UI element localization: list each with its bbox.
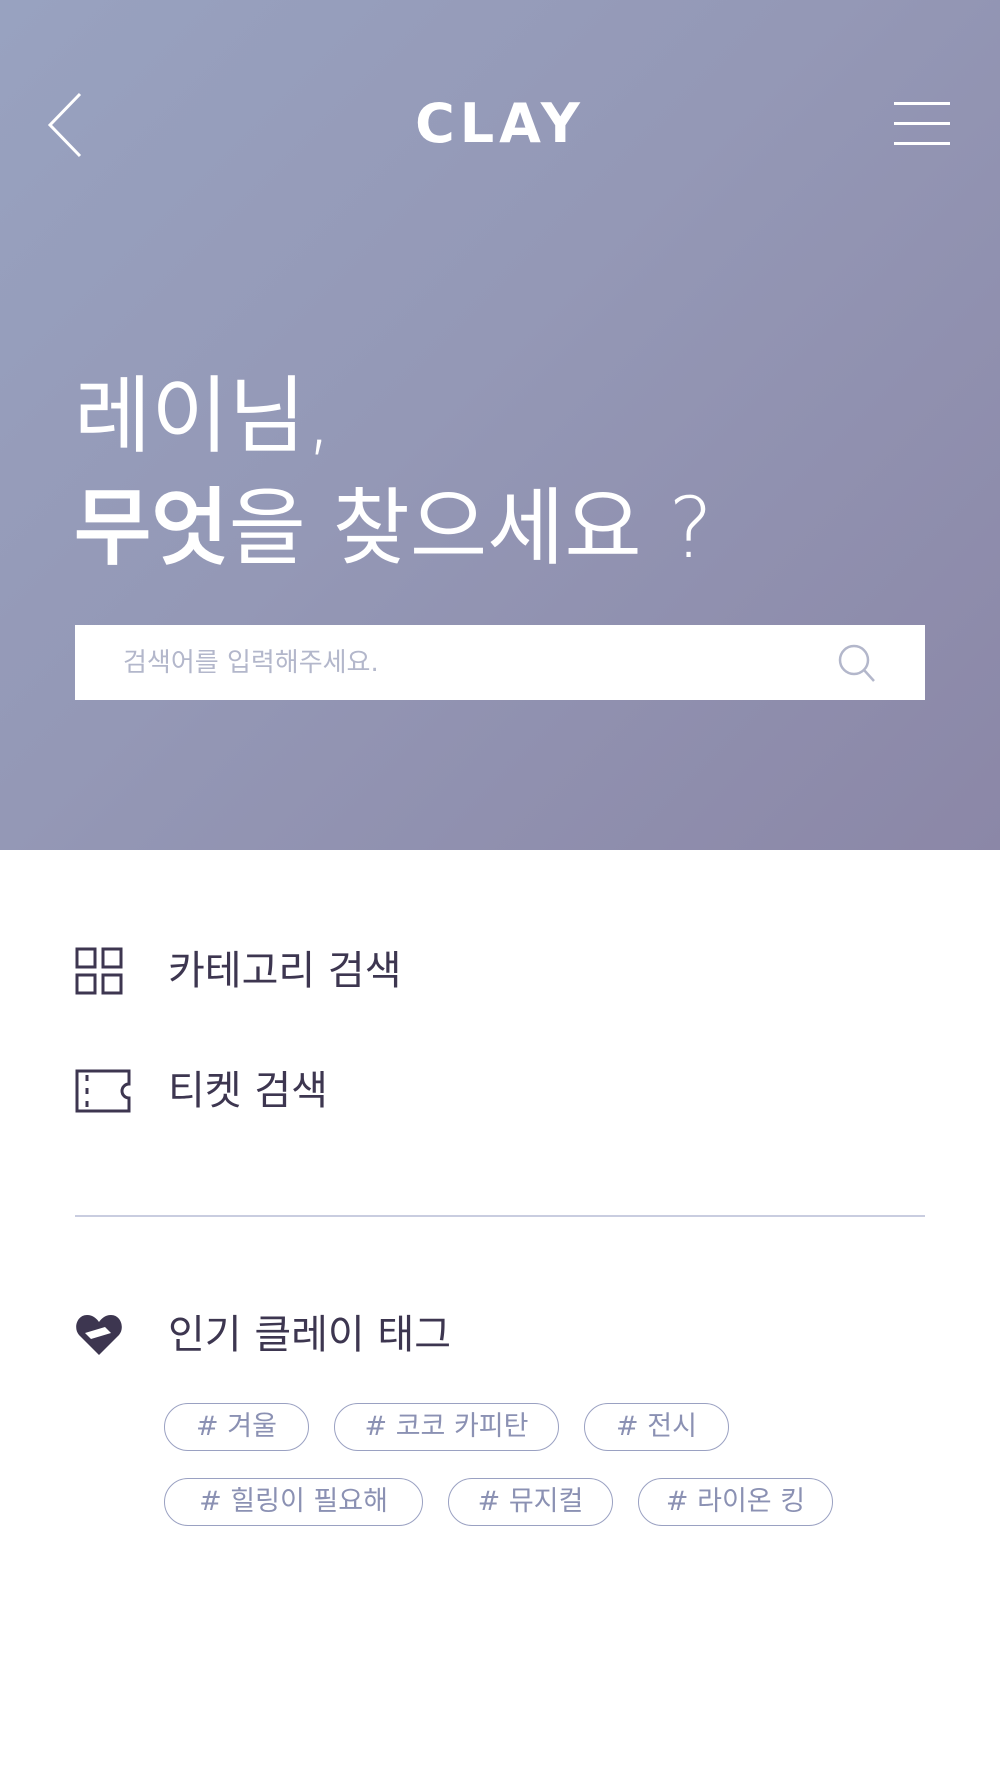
greeting-heading: 레이님, 무엇을 찾으세요 ? (74, 360, 713, 584)
greeting-line-1: 레이님, (74, 367, 333, 465)
category-search-label: 카테고리 검색 (168, 948, 402, 994)
heart-icon (75, 1313, 123, 1357)
ticket-search-link[interactable]: 티켓 검색 (75, 1061, 328, 1121)
ticket-icon (75, 1063, 131, 1119)
section-divider (75, 1215, 925, 1217)
greeting-line-2: 무엇을 찾으세요 ? (74, 472, 713, 584)
tag-chip[interactable]: # 뮤지컬 (448, 1478, 613, 1526)
tag-chip[interactable]: # 코코 카피탄 (334, 1403, 559, 1451)
greeting-emphasis: 무엇 (74, 479, 229, 577)
greeting-rest: 을 찾으세요 ? (228, 479, 713, 577)
grid-icon (75, 943, 131, 999)
category-search-link[interactable]: 카테고리 검색 (75, 941, 402, 1001)
popular-tags-title: 인기 클레이 태그 (168, 1312, 452, 1358)
ticket-search-label: 티켓 검색 (168, 1068, 328, 1114)
tag-chip[interactable]: # 전시 (584, 1403, 729, 1451)
hero-section: CLAY 레이님, 무엇을 찾으세요 ? (0, 0, 1000, 850)
menu-button[interactable] (894, 100, 950, 148)
search-icon[interactable] (837, 643, 877, 683)
search-input[interactable] (75, 625, 835, 700)
search-bar (75, 625, 925, 700)
tag-chip[interactable]: # 힐링이 필요해 (164, 1478, 423, 1526)
tag-chip[interactable]: # 겨울 (164, 1403, 309, 1451)
app-logo[interactable]: CLAY (0, 88, 1000, 160)
tag-chip[interactable]: # 라이온 킹 (638, 1478, 833, 1526)
